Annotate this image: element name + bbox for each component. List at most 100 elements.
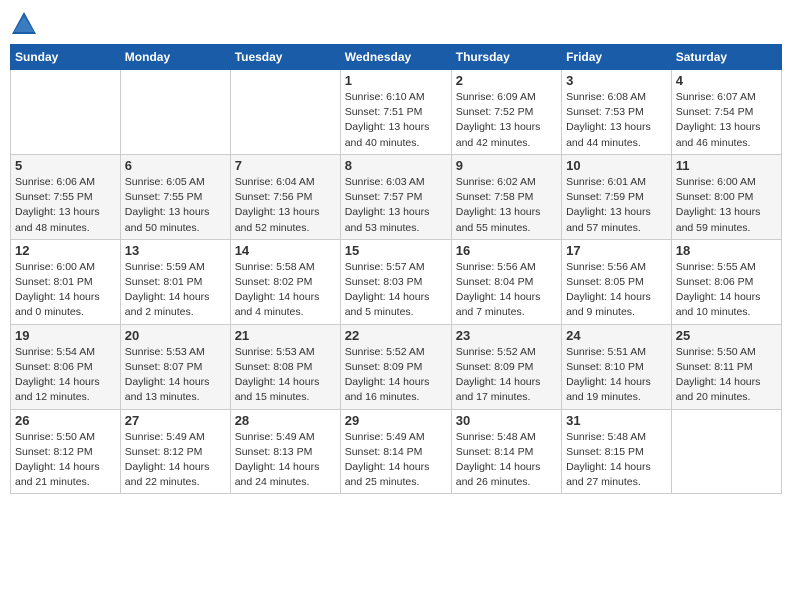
day-number: 11 <box>676 158 777 173</box>
day-info: Sunrise: 5:52 AM Sunset: 8:09 PM Dayligh… <box>345 345 447 406</box>
weekday-header-row: SundayMondayTuesdayWednesdayThursdayFrid… <box>11 45 782 70</box>
day-info: Sunrise: 5:52 AM Sunset: 8:09 PM Dayligh… <box>456 345 557 406</box>
calendar-cell: 12Sunrise: 6:00 AM Sunset: 8:01 PM Dayli… <box>11 239 121 324</box>
calendar-cell: 7 Sunrise: 6:04 AM Sunset: 7:56 PM Daylig… <box>230 154 340 239</box>
day-info: Sunrise: 5:49 AM Sunset: 8:14 PM Dayligh… <box>345 430 447 491</box>
day-number: 1 <box>345 73 447 88</box>
calendar-week-row: 1 Sunrise: 6:10 AM Sunset: 7:51 PM Daylig… <box>11 70 782 155</box>
calendar-cell: 3 Sunrise: 6:08 AM Sunset: 7:53 PM Daylig… <box>562 70 672 155</box>
calendar-cell: 9 Sunrise: 6:02 AM Sunset: 7:58 PM Daylig… <box>451 154 561 239</box>
calendar-cell: 20 Sunrise: 5:53 AM Sunset: 8:07 PM Dayli… <box>120 324 230 409</box>
calendar-cell: 1 Sunrise: 6:10 AM Sunset: 7:51 PM Daylig… <box>340 70 451 155</box>
day-number: 22 <box>345 328 447 343</box>
calendar-cell: 21 Sunrise: 5:53 AM Sunset: 8:08 PM Dayli… <box>230 324 340 409</box>
day-info: Sunrise: 5:49 AM Sunset: 8:13 PM Dayligh… <box>235 430 336 491</box>
day-info: Sunrise: 6:05 AM Sunset: 7:55 PM Dayligh… <box>125 175 226 236</box>
day-number: 27 <box>125 413 226 428</box>
day-number: 29 <box>345 413 447 428</box>
calendar-cell: 2 Sunrise: 6:09 AM Sunset: 7:52 PM Daylig… <box>451 70 561 155</box>
calendar-cell: 18Sunrise: 5:55 AM Sunset: 8:06 PM Dayli… <box>671 239 781 324</box>
weekday-header-wednesday: Wednesday <box>340 45 451 70</box>
day-number: 7 <box>235 158 336 173</box>
calendar-week-row: 12Sunrise: 6:00 AM Sunset: 8:01 PM Dayli… <box>11 239 782 324</box>
day-number: 8 <box>345 158 447 173</box>
calendar-table: SundayMondayTuesdayWednesdayThursdayFrid… <box>10 44 782 494</box>
weekday-header-friday: Friday <box>562 45 672 70</box>
day-info: Sunrise: 5:56 AM Sunset: 8:04 PM Dayligh… <box>456 260 557 321</box>
day-info: Sunrise: 5:53 AM Sunset: 8:08 PM Dayligh… <box>235 345 336 406</box>
day-info: Sunrise: 5:55 AM Sunset: 8:06 PM Dayligh… <box>676 260 777 321</box>
day-number: 26 <box>15 413 116 428</box>
day-info: Sunrise: 5:57 AM Sunset: 8:03 PM Dayligh… <box>345 260 447 321</box>
calendar-cell: 6Sunrise: 6:05 AM Sunset: 7:55 PM Daylig… <box>120 154 230 239</box>
calendar-cell: 28 Sunrise: 5:49 AM Sunset: 8:13 PM Dayli… <box>230 409 340 494</box>
calendar-cell: 13 Sunrise: 5:59 AM Sunset: 8:01 PM Dayli… <box>120 239 230 324</box>
day-number: 14 <box>235 243 336 258</box>
day-info: Sunrise: 5:58 AM Sunset: 8:02 PM Dayligh… <box>235 260 336 321</box>
day-info: Sunrise: 5:59 AM Sunset: 8:01 PM Dayligh… <box>125 260 226 321</box>
day-info: Sunrise: 6:00 AM Sunset: 8:01 PM Dayligh… <box>15 260 116 321</box>
day-info: Sunrise: 6:00 AM Sunset: 8:00 PM Dayligh… <box>676 175 777 236</box>
day-number: 25 <box>676 328 777 343</box>
day-info: Sunrise: 5:53 AM Sunset: 8:07 PM Dayligh… <box>125 345 226 406</box>
calendar-cell: 14 Sunrise: 5:58 AM Sunset: 8:02 PM Dayli… <box>230 239 340 324</box>
day-number: 21 <box>235 328 336 343</box>
day-info: Sunrise: 5:48 AM Sunset: 8:14 PM Dayligh… <box>456 430 557 491</box>
day-number: 24 <box>566 328 667 343</box>
calendar-cell: 30 Sunrise: 5:48 AM Sunset: 8:14 PM Dayli… <box>451 409 561 494</box>
calendar-cell: 8 Sunrise: 6:03 AM Sunset: 7:57 PM Daylig… <box>340 154 451 239</box>
calendar-cell: 11 Sunrise: 6:00 AM Sunset: 8:00 PM Dayli… <box>671 154 781 239</box>
day-info: Sunrise: 5:48 AM Sunset: 8:15 PM Dayligh… <box>566 430 667 491</box>
calendar-cell: 31 Sunrise: 5:48 AM Sunset: 8:15 PM Dayli… <box>562 409 672 494</box>
calendar-cell: 15Sunrise: 5:57 AM Sunset: 8:03 PM Dayli… <box>340 239 451 324</box>
day-number: 17 <box>566 243 667 258</box>
calendar-cell: 10 Sunrise: 6:01 AM Sunset: 7:59 PM Dayli… <box>562 154 672 239</box>
calendar-cell: 17Sunrise: 5:56 AM Sunset: 8:05 PM Dayli… <box>562 239 672 324</box>
day-info: Sunrise: 5:50 AM Sunset: 8:11 PM Dayligh… <box>676 345 777 406</box>
day-info: Sunrise: 6:02 AM Sunset: 7:58 PM Dayligh… <box>456 175 557 236</box>
calendar-cell: 4Sunrise: 6:07 AM Sunset: 7:54 PM Daylig… <box>671 70 781 155</box>
day-info: Sunrise: 5:49 AM Sunset: 8:12 PM Dayligh… <box>125 430 226 491</box>
day-number: 2 <box>456 73 557 88</box>
weekday-header-thursday: Thursday <box>451 45 561 70</box>
weekday-header-monday: Monday <box>120 45 230 70</box>
calendar-cell: 5 Sunrise: 6:06 AM Sunset: 7:55 PM Daylig… <box>11 154 121 239</box>
day-info: Sunrise: 5:51 AM Sunset: 8:10 PM Dayligh… <box>566 345 667 406</box>
day-number: 9 <box>456 158 557 173</box>
calendar-cell: 22 Sunrise: 5:52 AM Sunset: 8:09 PM Dayli… <box>340 324 451 409</box>
calendar-cell: 24 Sunrise: 5:51 AM Sunset: 8:10 PM Dayli… <box>562 324 672 409</box>
day-number: 3 <box>566 73 667 88</box>
day-number: 10 <box>566 158 667 173</box>
day-info: Sunrise: 6:03 AM Sunset: 7:57 PM Dayligh… <box>345 175 447 236</box>
day-number: 13 <box>125 243 226 258</box>
day-number: 31 <box>566 413 667 428</box>
day-number: 5 <box>15 158 116 173</box>
calendar-cell: 29 Sunrise: 5:49 AM Sunset: 8:14 PM Dayli… <box>340 409 451 494</box>
calendar-cell: 25 Sunrise: 5:50 AM Sunset: 8:11 PM Dayli… <box>671 324 781 409</box>
day-info: Sunrise: 6:06 AM Sunset: 7:55 PM Dayligh… <box>15 175 116 236</box>
day-number: 23 <box>456 328 557 343</box>
calendar-cell: 19Sunrise: 5:54 AM Sunset: 8:06 PM Dayli… <box>11 324 121 409</box>
day-number: 16 <box>456 243 557 258</box>
calendar-cell: 23 Sunrise: 5:52 AM Sunset: 8:09 PM Dayli… <box>451 324 561 409</box>
calendar-week-row: 5 Sunrise: 6:06 AM Sunset: 7:55 PM Daylig… <box>11 154 782 239</box>
header-area <box>10 10 782 38</box>
day-number: 30 <box>456 413 557 428</box>
logo-icon <box>10 10 38 38</box>
day-number: 28 <box>235 413 336 428</box>
day-number: 20 <box>125 328 226 343</box>
day-number: 4 <box>676 73 777 88</box>
calendar-cell <box>671 409 781 494</box>
calendar-cell: 16 Sunrise: 5:56 AM Sunset: 8:04 PM Dayli… <box>451 239 561 324</box>
calendar-week-row: 19Sunrise: 5:54 AM Sunset: 8:06 PM Dayli… <box>11 324 782 409</box>
weekday-header-sunday: Sunday <box>11 45 121 70</box>
day-info: Sunrise: 6:10 AM Sunset: 7:51 PM Dayligh… <box>345 90 447 151</box>
calendar-cell <box>230 70 340 155</box>
weekday-header-tuesday: Tuesday <box>230 45 340 70</box>
day-info: Sunrise: 6:09 AM Sunset: 7:52 PM Dayligh… <box>456 90 557 151</box>
day-info: Sunrise: 6:08 AM Sunset: 7:53 PM Dayligh… <box>566 90 667 151</box>
day-info: Sunrise: 6:01 AM Sunset: 7:59 PM Dayligh… <box>566 175 667 236</box>
day-number: 19 <box>15 328 116 343</box>
day-info: Sunrise: 5:50 AM Sunset: 8:12 PM Dayligh… <box>15 430 116 491</box>
day-info: Sunrise: 6:04 AM Sunset: 7:56 PM Dayligh… <box>235 175 336 236</box>
